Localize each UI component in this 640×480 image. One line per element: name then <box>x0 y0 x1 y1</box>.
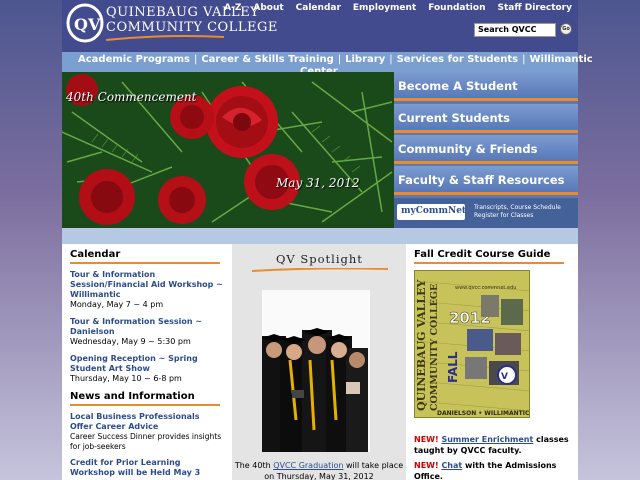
course-guide-heading[interactable]: Fall Credit Course Guide <box>414 249 564 264</box>
news-item: Credit for Prior Learning Workshop will … <box>70 458 224 478</box>
hero-date: May 31, 2012 <box>276 176 360 190</box>
new-badge: NEW! <box>414 461 439 470</box>
community-friends-button[interactable]: Community & Friends <box>394 135 578 164</box>
top-link-a-z[interactable]: A-Z <box>224 3 241 13</box>
event-title[interactable]: Opening Reception ~ Spring Student Art S… <box>70 354 224 374</box>
nav-separator: | <box>337 54 342 65</box>
become-a-student-button[interactable]: Become A Student <box>394 72 578 101</box>
nav-services-students[interactable]: Services for Students <box>397 54 519 65</box>
calendar-heading[interactable]: Calendar <box>70 249 220 264</box>
top-link-employment[interactable]: Employment <box>353 3 416 13</box>
event-title[interactable]: Tour & Information Session ~ Danielson <box>70 317 224 337</box>
hero-banner[interactable]: 40th Commencement May 31, 2012 <box>62 72 394 228</box>
top-links: A-Z About Calendar Employment Foundation… <box>224 3 572 13</box>
search-input[interactable]: Search QVCC <box>474 23 556 37</box>
calendar-event: Tour & Information Session ~ Danielson W… <box>70 317 224 347</box>
calendar-event: Tour & Information Session/Financial Aid… <box>70 270 224 310</box>
promo-summer: NEW! Summer Enrichment classes taught by… <box>414 434 574 456</box>
college-name-line2[interactable]: COMMUNITY COLLEGE <box>106 20 278 35</box>
audience-menu: Become A Student Current Students Commun… <box>394 72 578 228</box>
left-column: Calendar Tour & Information Session/Fina… <box>62 244 232 480</box>
top-link-foundation[interactable]: Foundation <box>428 3 485 13</box>
qvcc-graduation-link[interactable]: QVCC Graduation <box>273 461 343 470</box>
top-link-staff-directory[interactable]: Staff Directory <box>497 3 572 13</box>
spotlight-heading: QV Spotlight <box>276 252 363 266</box>
news-desc: Career Success Dinner provides insights … <box>70 432 222 451</box>
cover-subtitle: COMMUNITY COLLEGE <box>429 284 440 411</box>
nav-separator: | <box>522 54 526 65</box>
nav-library[interactable]: Library <box>345 54 385 65</box>
site-header: QV QUINEBAUG VALLEY COMMUNITY COLLEGE A-… <box>62 0 578 52</box>
calendar-event: Opening Reception ~ Spring Student Art S… <box>70 354 224 384</box>
event-title[interactable]: Tour & Information Session/Financial Aid… <box>70 270 224 300</box>
news-title[interactable]: Credit for Prior Learning Workshop will … <box>70 458 224 478</box>
event-date: Wednesday, May 9 ~ 5:30 pm <box>70 337 191 346</box>
search-go-button[interactable]: Go <box>560 23 572 35</box>
news-title[interactable]: Local Business Professionals Offer Caree… <box>70 412 224 432</box>
mycommnet-description[interactable]: Transcripts, Course Schedule Register fo… <box>474 204 578 220</box>
promo-chat: NEW! Chat with the Admissions Office. <box>414 460 574 480</box>
mycommnet-logo[interactable]: myCommNet <box>397 204 466 220</box>
course-guide-cover[interactable]: QUINEBAUG VALLEY COMMUNITY COLLEGE www.q… <box>414 270 530 418</box>
top-link-about[interactable]: About <box>253 3 283 13</box>
nav-separator: | <box>389 54 393 65</box>
top-link-calendar[interactable]: Calendar <box>296 3 341 13</box>
svg-text:V: V <box>501 372 508 382</box>
nav-willimantic[interactable]: Willimantic <box>530 54 593 65</box>
page: QV QUINEBAUG VALLEY COMMUNITY COLLEGE A-… <box>62 0 593 480</box>
event-date: Monday, May 7 ~ 4 pm <box>70 300 164 309</box>
spotlight-column: QV Spotlight The 40th QVCC Graduation wi… <box>232 244 406 480</box>
logo-swoosh <box>106 35 224 41</box>
cover-season: FALL <box>446 351 460 383</box>
new-badge: NEW! <box>414 435 439 444</box>
spotlight-underline <box>252 268 388 272</box>
cover-url: www.qvcc.commnet.edu <box>455 285 516 291</box>
news-heading[interactable]: News and Information <box>70 391 220 406</box>
svg-text:QV: QV <box>74 15 101 34</box>
chat-link[interactable]: Chat <box>441 461 462 470</box>
course-guide-column: Fall Credit Course Guide QUINEBAUG VALLE… <box>406 244 578 480</box>
hero-title: 40th Commencement <box>66 90 197 104</box>
qv-logo-icon[interactable]: QV <box>66 3 104 43</box>
cover-locations: DANIELSON • WILLIMANTIC <box>437 410 530 417</box>
spotlight-caption: The 40th QVCC Graduation will take place… <box>234 460 404 480</box>
divider-strip <box>62 228 578 244</box>
nav-career-skills[interactable]: Career & Skills Training <box>201 54 333 65</box>
nav-separator: | <box>193 54 198 65</box>
nav-academic-programs[interactable]: Academic Programs <box>78 54 190 65</box>
event-date: Thursday, May 10 ~ 6-8 pm <box>70 374 182 383</box>
graduates-photo[interactable] <box>262 290 370 452</box>
news-item: Local Business Professionals Offer Caree… <box>70 412 224 452</box>
cover-title: QUINEBAUG VALLEY <box>415 280 428 411</box>
caption-text: The 40th <box>234 461 271 470</box>
faculty-staff-button[interactable]: Faculty & Staff Resources <box>394 166 578 195</box>
current-students-button[interactable]: Current Students <box>394 104 578 133</box>
mycommnet-link[interactable]: myCommNet Transcripts, Course Schedule R… <box>394 198 578 228</box>
summer-enrichment-link[interactable]: Summer Enrichment <box>441 435 533 444</box>
